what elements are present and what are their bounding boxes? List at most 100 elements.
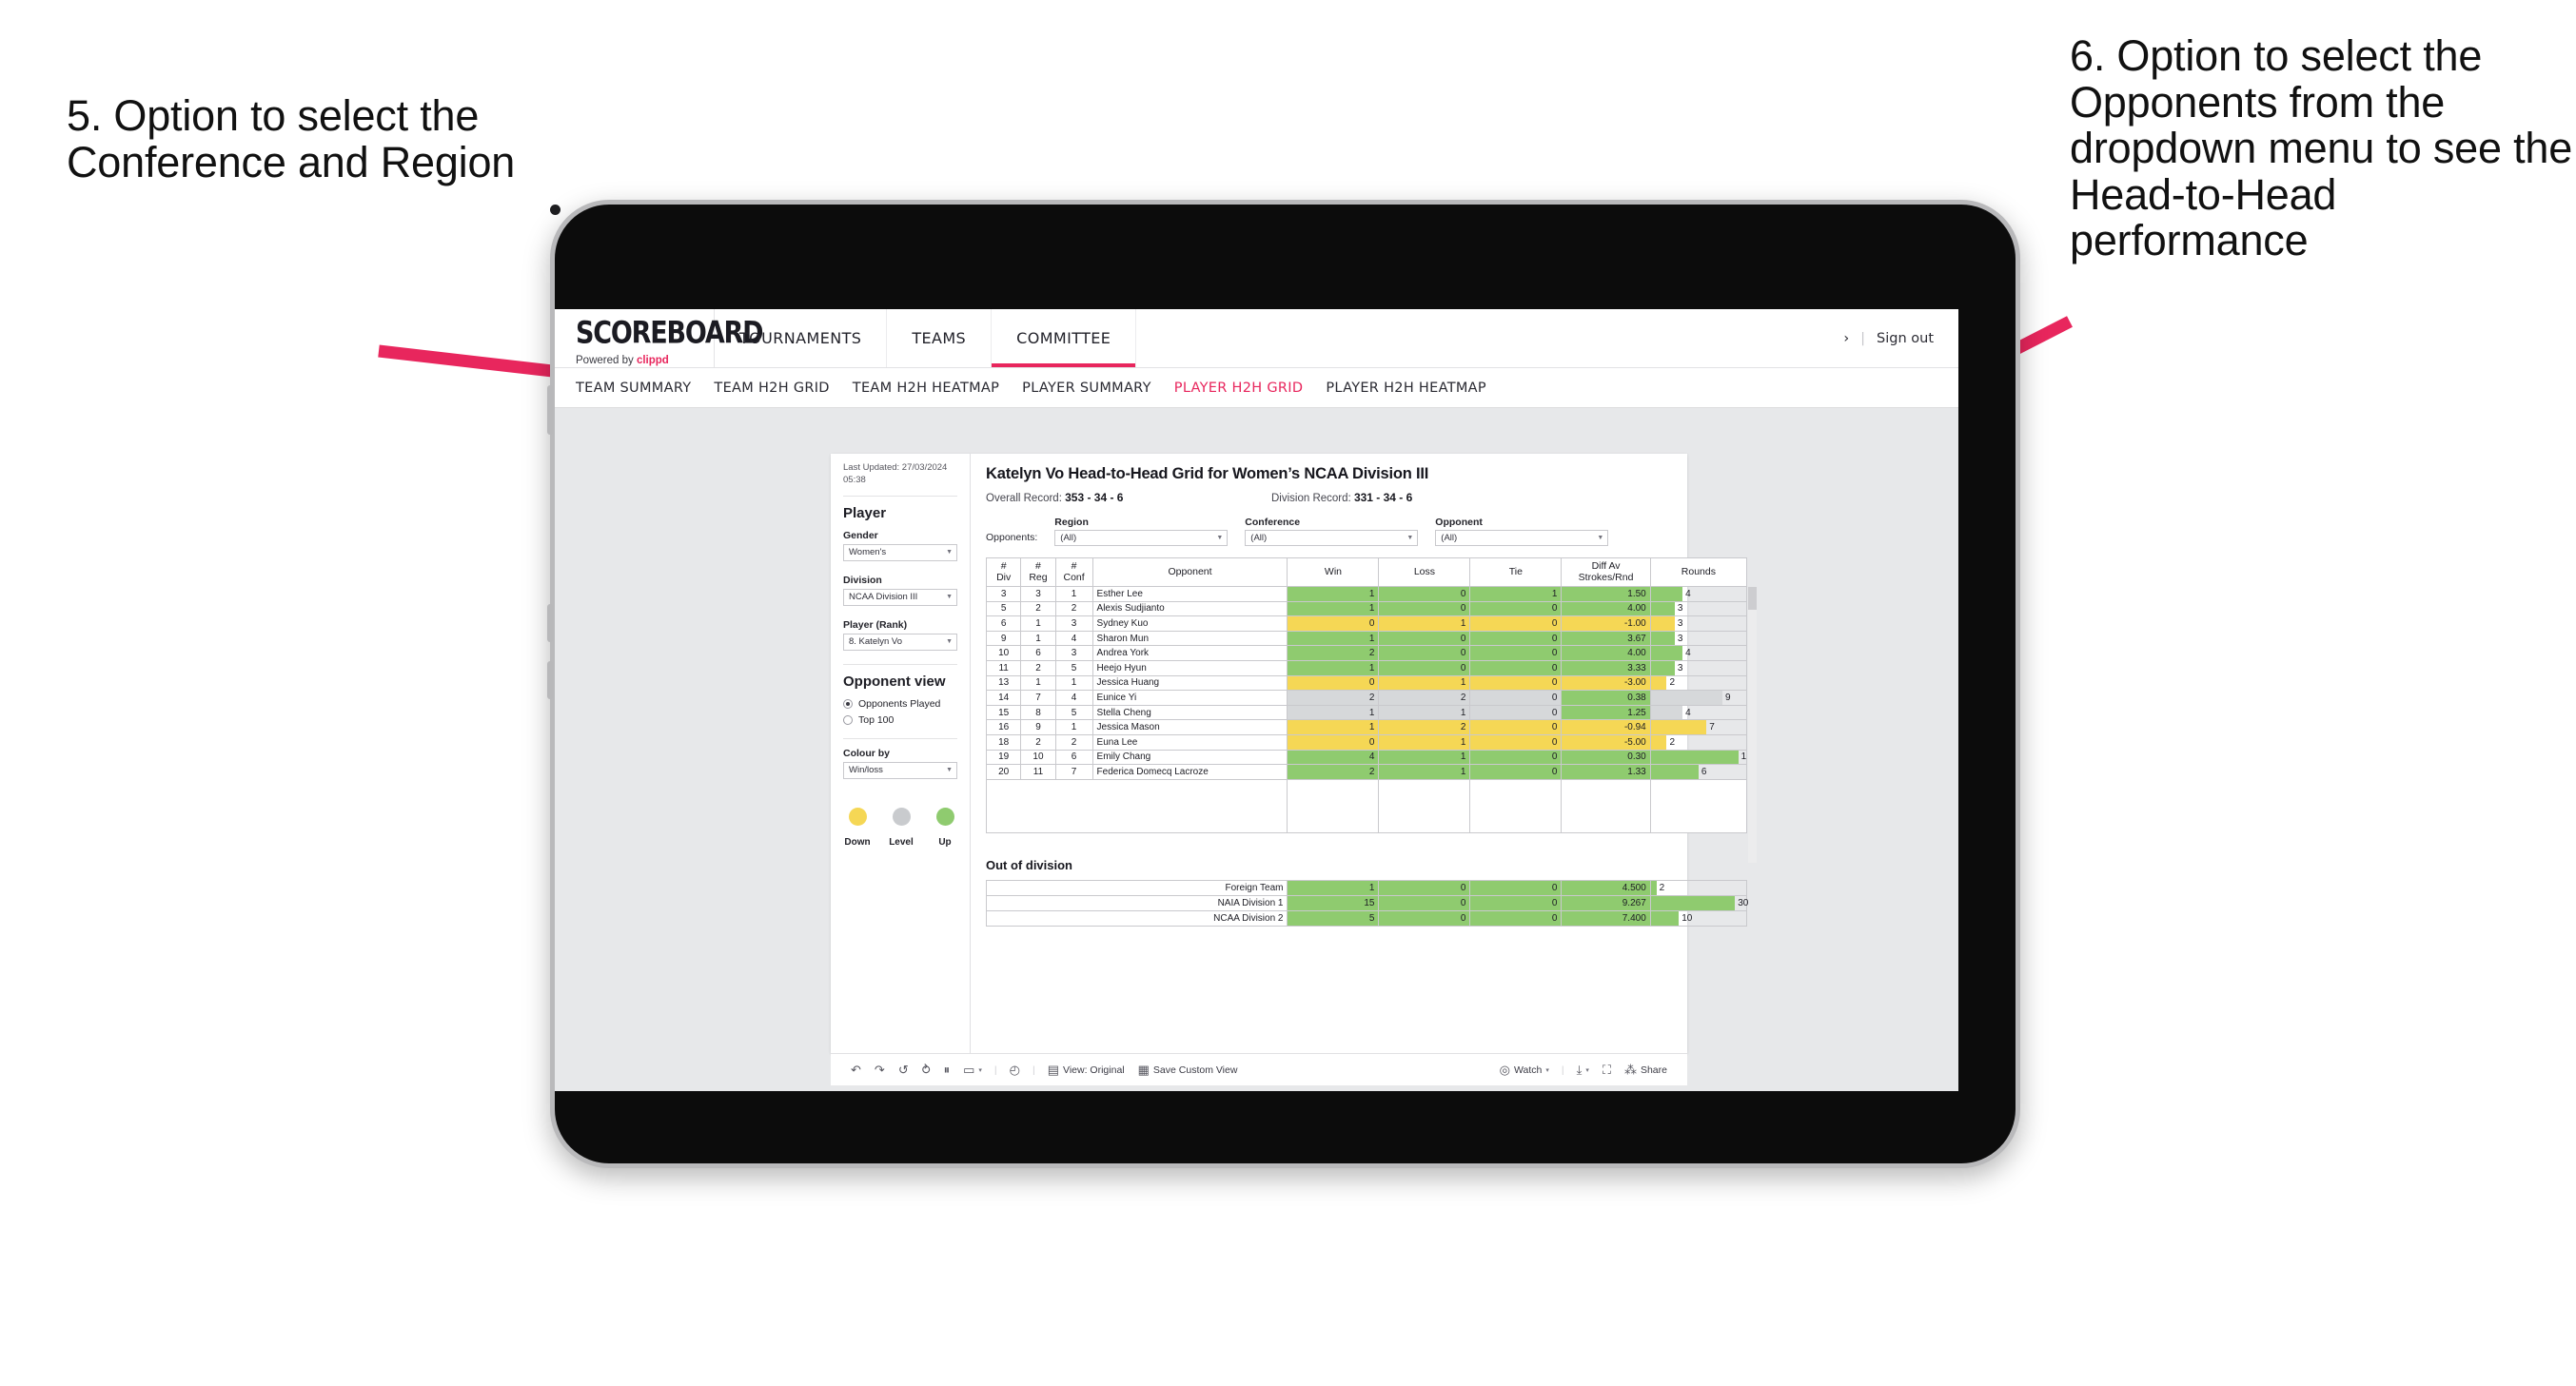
out-of-division-table: Foreign Team 1 0 0 4.500 2 NAIA Division 1 15 0 0… xyxy=(985,879,1748,927)
grid-scrollbar-track[interactable] xyxy=(1748,587,1757,863)
table-row[interactable]: 5 2 2 Alexis Sudjianto 1 0 0 4.00 3 xyxy=(985,600,1748,617)
grid-blank-loss xyxy=(1378,779,1471,833)
redo-button[interactable]: ↷ xyxy=(868,1064,892,1076)
colour-legend: Down Level Up xyxy=(843,807,957,848)
rounds-value: 3 xyxy=(1677,633,1683,644)
opponent-filter-group: Opponent (All) ▼ xyxy=(1435,517,1609,546)
undo-button[interactable]: ↶ xyxy=(844,1064,868,1076)
table-row[interactable]: 16 9 1 Jessica Mason 1 2 0 -0.94 7 xyxy=(985,719,1748,735)
toolbar-divider-2: | xyxy=(1032,1064,1035,1076)
table-row[interactable]: 10 6 3 Andrea York 2 0 0 4.00 4 xyxy=(985,645,1748,661)
cell-conf: 4 xyxy=(1054,630,1093,647)
radio-opponents-played[interactable]: Opponents Played xyxy=(843,698,957,710)
table-row[interactable]: 15 8 5 Stella Cheng 1 1 0 1.25 4 xyxy=(985,704,1748,721)
cell-conf: 1 xyxy=(1054,586,1093,602)
refresh-button[interactable]: ⥁ xyxy=(915,1064,937,1076)
table-row[interactable]: 13 1 1 Jessica Huang 0 1 0 -3.00 2 xyxy=(985,674,1748,692)
table-row[interactable]: 14 7 4 Eunice Yi 2 2 0 0.38 9 xyxy=(985,690,1748,706)
download-button[interactable]: ⤓ ▾ xyxy=(1570,1064,1596,1076)
tab-player-summary[interactable]: PLAYER SUMMARY xyxy=(1022,381,1174,396)
radio-top-100[interactable]: Top 100 xyxy=(843,714,957,726)
watch-button[interactable]: ◎ Watch ▾ xyxy=(1493,1064,1556,1076)
cell-tie: 0 xyxy=(1469,719,1563,735)
col-header-conf[interactable]: # Conf xyxy=(1054,557,1093,587)
chevron-down-icon: ▾ xyxy=(1545,1066,1549,1074)
colour-by-value: Win/loss xyxy=(849,765,883,776)
tab-team-h2h-grid[interactable]: TEAM H2H GRID xyxy=(714,381,852,396)
view-original-button[interactable]: ▤ View: Original xyxy=(1041,1064,1131,1076)
brand-logo[interactable]: SCOREBOARD Powered by clippd xyxy=(555,309,764,367)
table-row[interactable]: NAIA Division 1 15 0 0 9.267 30 xyxy=(985,894,1748,911)
nav-item-teams[interactable]: TEAMS xyxy=(887,309,993,367)
cell-tie: 0 xyxy=(1469,645,1563,661)
col-header-win[interactable]: Win xyxy=(1287,557,1380,587)
table-row[interactable]: NCAA Division 2 5 0 0 7.400 10 xyxy=(985,909,1748,927)
colour-by-select[interactable]: Win/loss ▼ xyxy=(843,761,957,779)
cell-loss: 1 xyxy=(1378,704,1471,721)
player-rank-select[interactable]: 8. Katelyn Vo ▼ xyxy=(843,633,957,651)
conference-value: (All) xyxy=(1250,533,1268,543)
cell-loss: 0 xyxy=(1378,894,1471,911)
history-button[interactable]: ◴ xyxy=(1003,1064,1027,1076)
rounds-value: 3 xyxy=(1677,603,1683,615)
cell-tie: 0 xyxy=(1469,704,1563,721)
table-row[interactable]: 18 2 2 Euna Lee 0 1 0 -5.00 2 xyxy=(985,733,1748,751)
save-custom-view-button[interactable]: ▦ Save Custom View xyxy=(1131,1064,1245,1076)
cell-conf: 3 xyxy=(1054,645,1093,661)
opponent-select[interactable]: (All) ▼ xyxy=(1435,530,1609,546)
region-select[interactable]: (All) ▼ xyxy=(1054,530,1229,546)
conference-select[interactable]: (All) ▼ xyxy=(1245,530,1419,546)
pause-button[interactable]: ⏸ xyxy=(937,1064,957,1076)
cell-conf: 6 xyxy=(1054,749,1093,766)
volume-up-button[interactable] xyxy=(547,604,553,642)
share-button[interactable]: ⁂ Share xyxy=(1618,1064,1674,1076)
cell-tie: 0 xyxy=(1469,879,1563,896)
table-row[interactable]: Foreign Team 1 0 0 4.500 2 xyxy=(985,879,1748,896)
table-row[interactable]: 9 1 4 Sharon Mun 1 0 0 3.67 3 xyxy=(985,630,1748,647)
col-header-opponent[interactable]: Opponent xyxy=(1091,557,1288,587)
table-row[interactable]: 3 3 1 Esther Lee 1 0 1 1.50 4 xyxy=(985,586,1748,602)
table-row[interactable]: 20 11 7 Federica Domecq Lacroze 2 1 0 1.33 6 xyxy=(985,764,1748,780)
chevron-down-icon: ▼ xyxy=(946,549,953,556)
division-select[interactable]: NCAA Division III ▼ xyxy=(843,588,957,606)
annotation-callout-6: 6. Option to select the Opponents from t… xyxy=(2070,31,2573,265)
col-header-diff[interactable]: Diff Av Strokes/Rnd xyxy=(1561,557,1651,587)
logo-wordmark: SCOREBOARD xyxy=(576,315,764,351)
rounds-bar xyxy=(1651,587,1683,601)
revert-button[interactable]: ↺ xyxy=(892,1064,915,1076)
fullscreen-button[interactable]: ⛶ xyxy=(1596,1064,1618,1076)
power-button[interactable] xyxy=(547,385,553,435)
cell-reg: 1 xyxy=(1020,674,1056,692)
cell-diff: 0.30 xyxy=(1561,749,1651,766)
chevron-right-icon[interactable]: › xyxy=(1843,331,1849,346)
table-row[interactable]: 19106Emily Chang4100.3011 xyxy=(985,749,1748,766)
player-rank-value: 8. Katelyn Vo xyxy=(849,636,902,648)
cell-rounds: 30 xyxy=(1649,894,1748,911)
cell-win: 4 xyxy=(1287,749,1380,766)
dashboard-card: Last Updated: 27/03/2024 05:38 Player Ge… xyxy=(831,454,1757,1053)
chevron-down-icon: ▼ xyxy=(946,638,953,646)
toolbar-divider-1: | xyxy=(993,1064,997,1076)
shape-dropdown[interactable]: ▭ ▾ xyxy=(956,1064,989,1076)
nav-item-tournaments[interactable]: TOURNAMENTS xyxy=(715,309,888,367)
col-header-tie[interactable]: Tie xyxy=(1469,557,1563,587)
col-header-rounds[interactable]: Rounds xyxy=(1649,557,1748,587)
tab-player-h2h-heatmap[interactable]: PLAYER H2H HEATMAP xyxy=(1326,381,1509,396)
grid-scrollbar-thumb[interactable] xyxy=(1748,587,1757,610)
table-row[interactable]: 6 1 3 Sydney Kuo 0 1 0 -1.00 3 xyxy=(985,615,1748,632)
col-header-div[interactable]: # Div xyxy=(985,557,1022,587)
nav-item-committee[interactable]: COMMITTEE xyxy=(992,309,1137,367)
col-header-loss[interactable]: Loss xyxy=(1378,557,1471,587)
tab-team-summary[interactable]: TEAM SUMMARY xyxy=(576,381,714,396)
cell-div: 9 xyxy=(985,630,1022,647)
gender-select[interactable]: Women's ▼ xyxy=(843,543,957,561)
volume-down-button[interactable] xyxy=(547,661,553,699)
tab-player-h2h-grid[interactable]: PLAYER H2H GRID xyxy=(1174,381,1327,396)
tab-team-h2h-heatmap[interactable]: TEAM H2H HEATMAP xyxy=(853,381,1022,396)
chevron-down-icon: ▼ xyxy=(1216,535,1224,541)
sign-out-link[interactable]: Sign out xyxy=(1877,331,1934,346)
table-row[interactable]: 11 2 5 Heejo Hyun 1 0 0 3.33 3 xyxy=(985,659,1748,676)
cell-win: 2 xyxy=(1287,690,1380,706)
col-header-reg[interactable]: # Reg xyxy=(1020,557,1056,587)
tablet-device-frame: SCOREBOARD Powered by clippd TOURNAMENTS… xyxy=(547,200,2020,1168)
